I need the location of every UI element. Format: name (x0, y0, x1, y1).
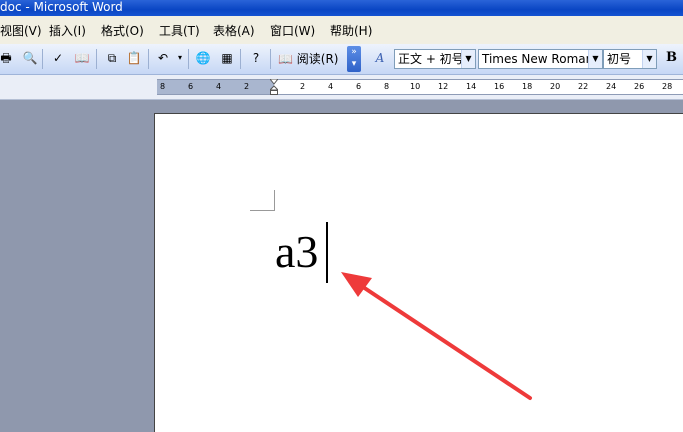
annotation-arrow-icon (341, 272, 532, 400)
